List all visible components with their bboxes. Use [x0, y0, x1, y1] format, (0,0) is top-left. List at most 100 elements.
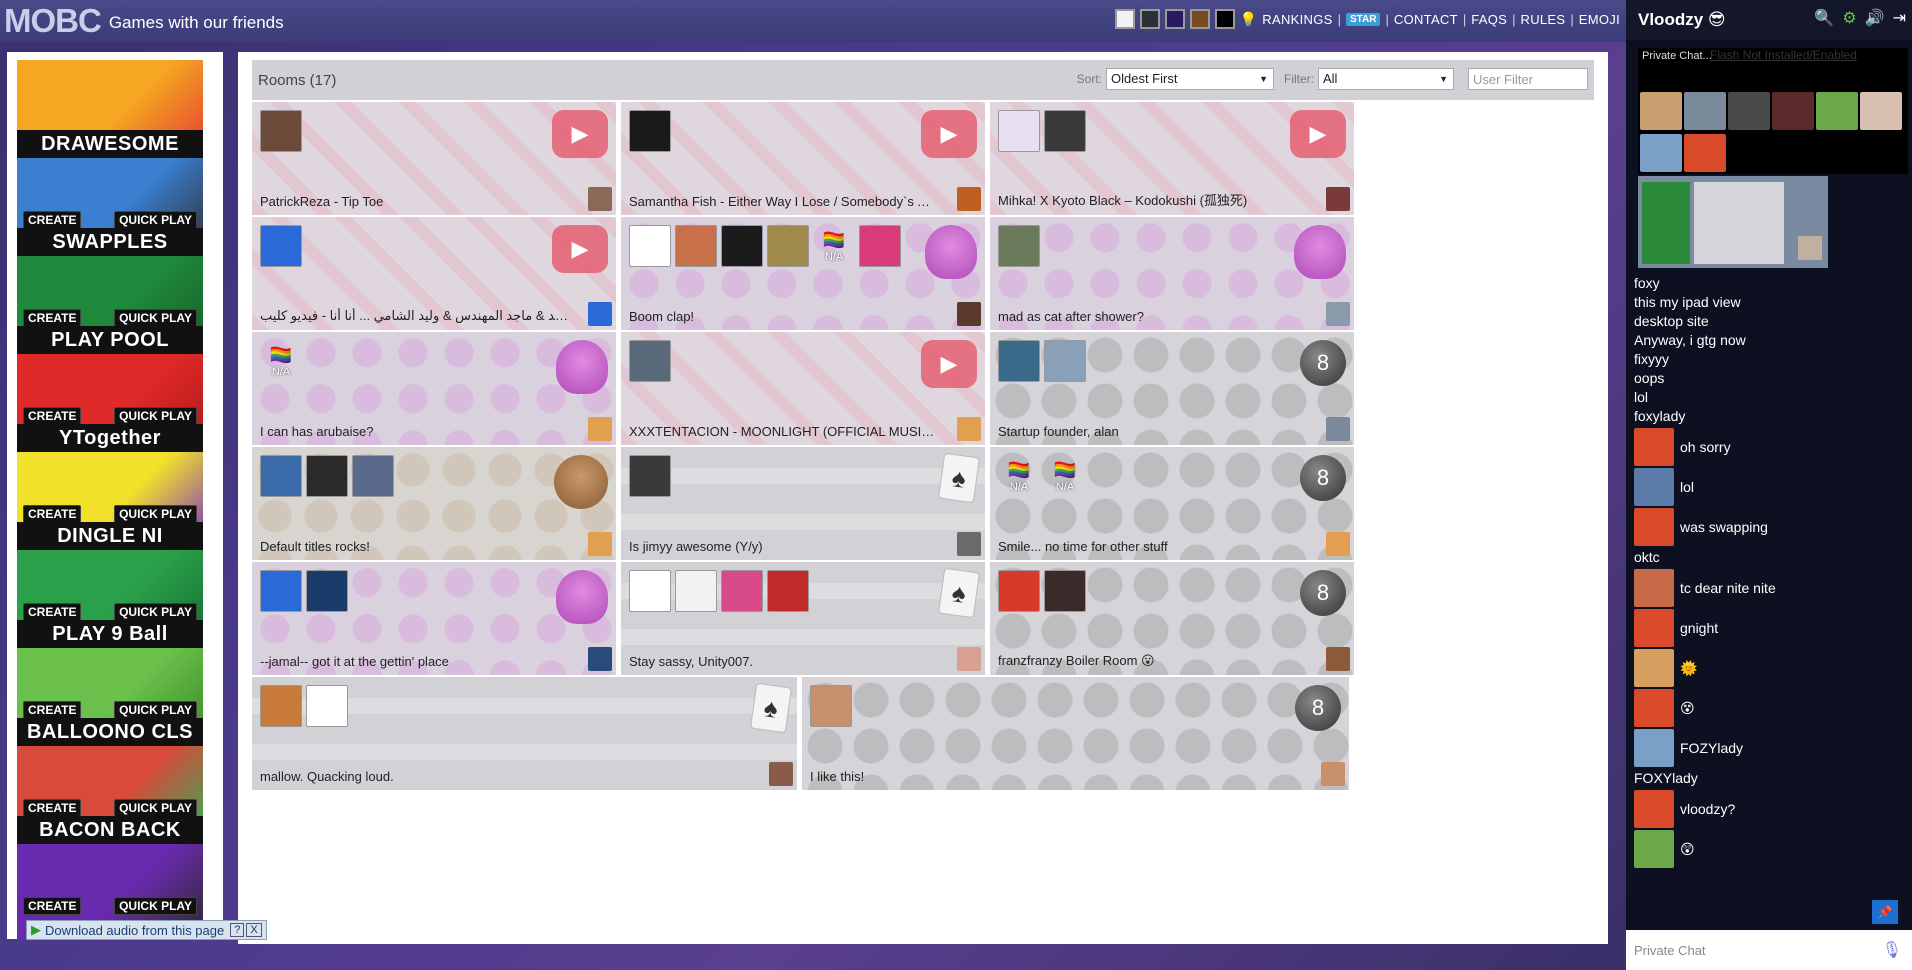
theme-swatch-dark[interactable] [1139, 9, 1160, 29]
game-title[interactable]: DINGLE NI [17, 522, 203, 550]
user-avatar[interactable] [1684, 92, 1726, 130]
create-button[interactable]: CREATE [23, 309, 82, 327]
user-avatar[interactable] [998, 110, 1040, 152]
room-card[interactable]: 8 Startup founder, alan [990, 332, 1354, 445]
create-button[interactable]: CREATE [23, 799, 82, 817]
room-card[interactable]: 🏳️‍🌈 N/A 🏳️‍🌈 N/A 8 Smile... no time for othe… [990, 447, 1354, 560]
game-tile[interactable]: DRAWESOME [17, 60, 203, 158]
gear-icon[interactable]: ⚙ [1842, 8, 1856, 28]
user-avatar[interactable] [721, 570, 763, 612]
user-filter-input[interactable]: User Filter [1468, 68, 1588, 90]
create-button[interactable]: CREATE [23, 505, 82, 523]
nav-contact[interactable]: CONTACT [1394, 12, 1458, 27]
download-audio-bar[interactable]: ▶ Download audio from this page ? X [26, 920, 267, 940]
quick-play-button[interactable]: QUICK PLAY [114, 407, 197, 425]
host-thumb[interactable] [588, 417, 612, 441]
game-tile[interactable]: CREATE QUICK PLAY PLAY 9 Ball [17, 550, 203, 648]
user-avatar[interactable] [721, 225, 763, 267]
chat-avatar[interactable] [1634, 609, 1674, 647]
chat-avatar[interactable] [1634, 468, 1674, 506]
host-thumb[interactable] [588, 187, 612, 211]
room-card[interactable]: ♠ Stay sassy, Unity007. [621, 562, 985, 675]
chat-avatar[interactable] [1634, 689, 1674, 727]
user-avatar[interactable] [998, 340, 1040, 382]
game-tile[interactable]: CREATE QUICK PLAY YTogether [17, 354, 203, 452]
host-thumb[interactable] [1326, 647, 1350, 671]
nav-rules[interactable]: RULES [1521, 12, 1566, 27]
user-avatar[interactable] [306, 685, 348, 727]
user-avatar[interactable] [767, 570, 809, 612]
pin-icon[interactable]: 📌 [1872, 900, 1898, 924]
theme-swatch-brown[interactable] [1189, 9, 1210, 29]
host-thumb[interactable] [957, 302, 981, 326]
user-avatar[interactable] [767, 225, 809, 267]
game-title[interactable]: SWAPPLES [17, 228, 203, 256]
user-avatar[interactable] [306, 570, 348, 612]
chat-avatar[interactable] [1634, 649, 1674, 687]
user-avatar[interactable] [1684, 134, 1726, 172]
game-title[interactable]: BALLOONO CLS [17, 718, 203, 746]
host-thumb[interactable] [1326, 187, 1350, 211]
user-avatar[interactable] [306, 455, 348, 497]
user-avatar[interactable] [859, 225, 901, 267]
user-avatar[interactable] [1772, 92, 1814, 130]
host-thumb[interactable] [1326, 302, 1350, 326]
quick-play-button[interactable]: QUICK PLAY [114, 211, 197, 229]
host-thumb[interactable] [769, 762, 793, 786]
user-avatar[interactable] [629, 570, 671, 612]
room-card[interactable]: ▶ Mihka! X Kyoto Black – Kodokushi (孤独死) [990, 102, 1354, 215]
game-title[interactable]: DRAWESOME [17, 130, 203, 158]
host-thumb[interactable] [957, 532, 981, 556]
user-avatar[interactable] [1816, 92, 1858, 130]
chat-avatar[interactable] [1634, 508, 1674, 546]
host-thumb[interactable] [957, 417, 981, 441]
help-button[interactable]: ? [230, 923, 245, 937]
room-card[interactable]: 🏳️‍🌈 N/A I can has arubaise? [252, 332, 616, 445]
game-tile[interactable]: CREATE QUICK PLAY PLAY POOL [17, 256, 203, 354]
search-icon[interactable]: 🔍 [1814, 8, 1834, 28]
quick-play-button[interactable]: QUICK PLAY [114, 701, 197, 719]
user-avatar[interactable] [260, 685, 302, 727]
host-thumb[interactable] [588, 532, 612, 556]
room-card[interactable]: 🏳️‍🌈 N/A Boom clap! [621, 217, 985, 330]
room-card[interactable]: Default titles rocks! [252, 447, 616, 560]
host-thumb[interactable] [957, 187, 981, 211]
create-button[interactable]: CREATE [23, 211, 82, 229]
nav-star[interactable]: STAR [1346, 12, 1381, 26]
logo[interactable]: MOBC [4, 2, 102, 40]
room-card[interactable]: ♠ mallow. Quacking loud. [252, 677, 797, 790]
user-avatar[interactable] [1640, 92, 1682, 130]
user-avatar[interactable] [1640, 134, 1682, 172]
user-avatar[interactable] [260, 110, 302, 152]
chat-username[interactable]: Vloodzy 😎 [1638, 10, 1726, 30]
user-avatar[interactable] [1860, 92, 1902, 130]
create-button[interactable]: CREATE [23, 603, 82, 621]
user-avatar[interactable] [1044, 340, 1086, 382]
create-button[interactable]: CREATE [23, 407, 82, 425]
user-avatar-na[interactable]: 🏳️‍🌈 N/A [813, 225, 855, 267]
game-tile[interactable]: CREATE QUICK PLAY BACON BACK [17, 746, 203, 844]
quick-play-button[interactable]: QUICK PLAY [114, 309, 197, 327]
host-thumb[interactable] [957, 647, 981, 671]
flash-notice-link[interactable]: Flash Not Installed/Enabled [1710, 48, 1857, 62]
room-card[interactable]: ▶ Samantha Fish - Either Way I Lose / Som… [621, 102, 985, 215]
create-button[interactable]: CREATE [23, 897, 82, 915]
user-avatar[interactable] [629, 455, 671, 497]
user-avatar[interactable] [810, 685, 852, 727]
quick-play-button[interactable]: QUICK PLAY [114, 897, 197, 915]
chat-avatar[interactable] [1634, 830, 1674, 868]
game-tile[interactable]: CREATE QUICK PLAY BALLOONO CLS [17, 648, 203, 746]
host-thumb[interactable] [588, 302, 612, 326]
quick-play-button[interactable]: QUICK PLAY [114, 799, 197, 817]
filter-select[interactable]: All ▼ [1318, 68, 1454, 90]
room-card[interactable]: 8 I like this! [802, 677, 1349, 790]
user-avatar-na[interactable]: 🏳️‍🌈 N/A [260, 340, 302, 382]
chat-avatar[interactable] [1634, 790, 1674, 828]
theme-swatch-purple[interactable] [1164, 9, 1185, 29]
game-title[interactable]: YTogether [17, 424, 203, 452]
game-title[interactable]: PLAY POOL [17, 326, 203, 354]
logout-icon[interactable]: ⇥ [1893, 8, 1906, 28]
sort-select[interactable]: Oldest First ▼ [1106, 68, 1274, 90]
user-avatar[interactable] [1044, 110, 1086, 152]
room-card[interactable]: ▶ XXXTENTACION - MOONLIGHT (OFFICIAL MUSI… [621, 332, 985, 445]
